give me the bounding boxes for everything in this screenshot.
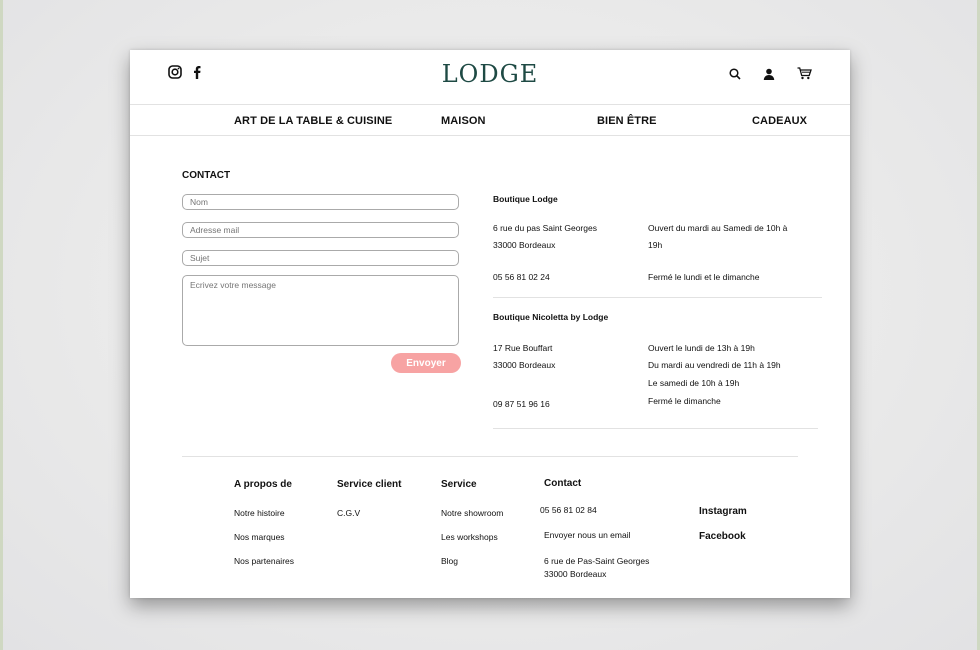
footer-link-histoire[interactable]: Notre histoire: [234, 508, 285, 518]
boutique-nicoletta-name: Boutique Nicoletta by Lodge: [493, 312, 609, 322]
footer-link-showroom[interactable]: Notre showroom: [441, 508, 503, 518]
nav-item-cadeaux[interactable]: CADEAUX: [752, 115, 807, 127]
boutique-lodge-hours-2: 19h: [648, 240, 663, 250]
boutique-nicoletta-hours-1: Ouvert le lundi de 13h à 19h: [648, 343, 755, 353]
boutique-divider: [493, 297, 822, 298]
boutique-nicoletta-hours-3: Le samedi de 10h à 19h: [648, 378, 740, 388]
send-button[interactable]: Envoyer: [391, 353, 461, 373]
boutique-lodge-phone: 05 56 81 02 24: [493, 272, 550, 282]
boutique-nicoletta-street: 17 Rue Bouffart: [493, 343, 553, 353]
footer-link-marques[interactable]: Nos marques: [234, 532, 285, 542]
boutique-lodge-city: 33000 Bordeaux: [493, 240, 556, 250]
footer-contact-title: Contact: [544, 478, 582, 489]
background-edge-left: [0, 0, 3, 650]
email-field[interactable]: [182, 222, 459, 238]
footer-link-blog[interactable]: Blog: [441, 556, 458, 566]
footer-divider: [182, 456, 798, 457]
message-field[interactable]: [182, 275, 459, 346]
header-actions: [729, 67, 812, 85]
footer-link-cgv[interactable]: C.G.V: [337, 508, 360, 518]
footer-link-workshops[interactable]: Les workshops: [441, 532, 498, 542]
footer-contact-phone: 05 56 81 02 84: [540, 505, 597, 515]
boutique-divider-2: [493, 428, 818, 429]
footer-facebook-link[interactable]: Facebook: [699, 531, 746, 542]
footer-service-title: Service: [441, 479, 477, 490]
footer-instagram-link[interactable]: Instagram: [699, 506, 747, 517]
user-icon[interactable]: [763, 67, 775, 85]
boutique-nicoletta-phone: 09 87 51 96 16: [493, 399, 550, 409]
site-header: LODGE: [130, 50, 850, 105]
boutique-lodge-closed: Fermé le lundi et le dimanche: [648, 272, 760, 282]
nav-item-bien-etre[interactable]: BIEN ÊTRE: [597, 115, 657, 127]
footer-contact-city: 33000 Bordeaux: [544, 569, 607, 579]
footer-client-title: Service client: [337, 479, 402, 490]
boutique-nicoletta-closed: Fermé le dimanche: [648, 396, 721, 406]
footer-link-partenaires[interactable]: Nos partenaires: [234, 556, 294, 566]
cart-icon[interactable]: [797, 67, 812, 85]
search-icon[interactable]: [729, 67, 741, 85]
boutique-lodge-street: 6 rue du pas Saint Georges: [493, 223, 597, 233]
nav-item-maison[interactable]: MAISON: [441, 115, 486, 127]
name-field[interactable]: [182, 194, 459, 210]
footer-contact-street: 6 rue de Pas-Saint Georges: [544, 556, 650, 566]
contact-title: CONTACT: [182, 170, 231, 181]
boutique-nicoletta-hours-2: Du mardi au vendredi de 11h à 19h: [648, 360, 781, 370]
website-page: LODGE ART DE LA TABLE & CUISINE MAISON B…: [130, 50, 850, 598]
boutique-lodge-hours-1: Ouvert du mardi au Samedi de 10h à: [648, 223, 788, 233]
boutique-lodge-name: Boutique Lodge: [493, 194, 558, 204]
footer-contact-email-link[interactable]: Envoyer nous un email: [544, 530, 630, 540]
nav-item-art-de-la-table[interactable]: ART DE LA TABLE & CUISINE: [234, 115, 392, 127]
main-nav: ART DE LA TABLE & CUISINE MAISON BIEN ÊT…: [130, 105, 850, 136]
boutique-nicoletta-city: 33000 Bordeaux: [493, 360, 556, 370]
subject-field[interactable]: [182, 250, 459, 266]
footer-about-title: A propos de: [234, 479, 292, 490]
